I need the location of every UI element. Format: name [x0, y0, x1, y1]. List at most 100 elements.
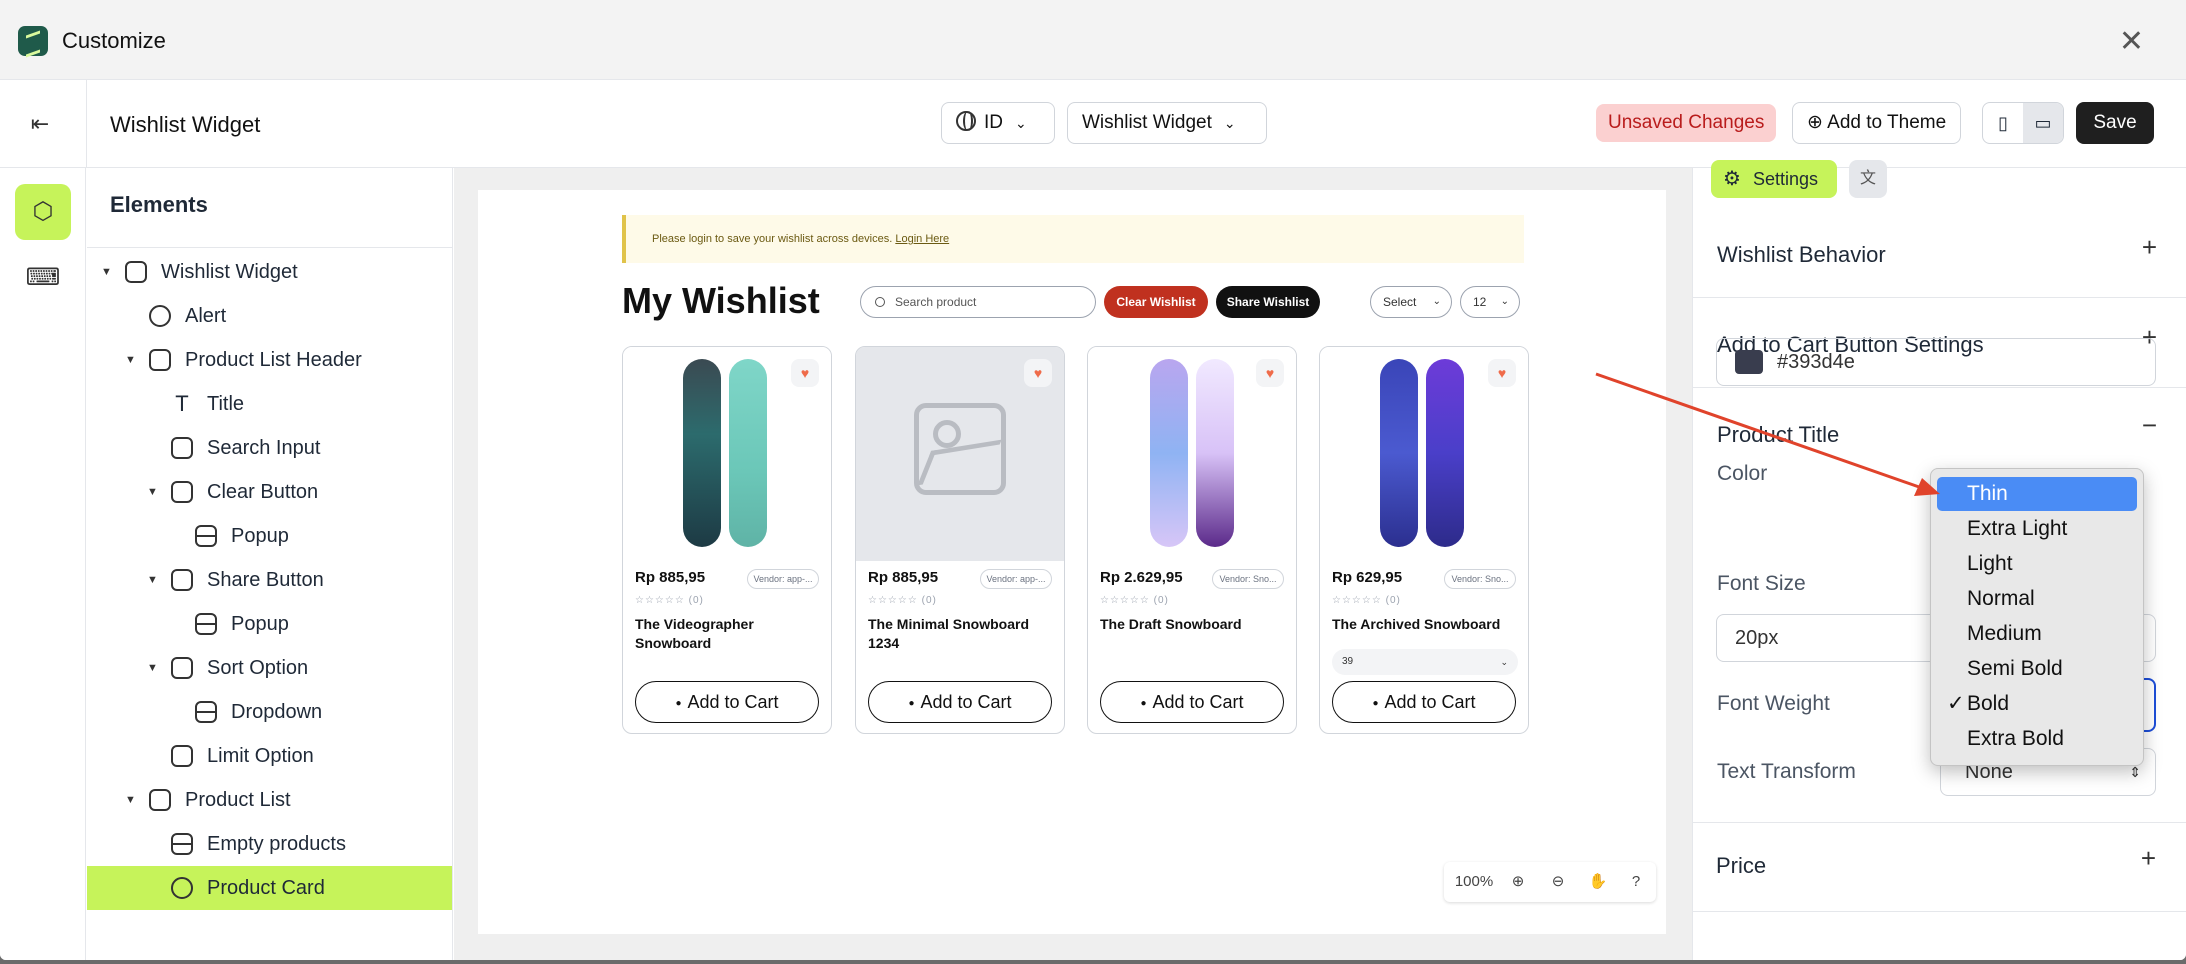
product-card[interactable]: ♥ Rp 885,95 Vendor: app-... ☆☆☆☆☆ (0) Th…	[855, 346, 1065, 734]
font-size-label: Font Size	[1717, 572, 1806, 595]
section-price[interactable]: Price +	[1692, 822, 2186, 912]
chevron-down-icon: ⌄	[1223, 115, 1236, 131]
sort-select[interactable]: Select ⌄	[1370, 286, 1452, 318]
tree-item-label: Popup	[231, 613, 289, 635]
color-field[interactable]: #393d4e	[1716, 338, 2156, 386]
save-button[interactable]: Save	[2076, 102, 2154, 144]
card-icon	[171, 877, 193, 899]
menu-item-bold[interactable]: ✓ Bold	[1937, 687, 2137, 721]
product-title[interactable]: The Archived Snowboard	[1332, 615, 1518, 634]
heart-icon[interactable]: ♥	[1256, 359, 1284, 387]
caret-down-icon[interactable]: ▼	[101, 250, 112, 294]
tree-item-product-card[interactable]: Product Card	[87, 866, 452, 910]
heart-icon[interactable]: ♥	[791, 359, 819, 387]
tree-item-product-list[interactable]: ▼ Product List	[87, 778, 452, 822]
close-icon[interactable]: ✕	[2119, 24, 2144, 59]
menu-item-semi-bold[interactable]: Semi Bold	[1937, 652, 2137, 686]
desktop-view-icon[interactable]: ▭	[2023, 103, 2063, 143]
template-dropdown[interactable]: Wishlist Widget ⌄	[1067, 102, 1267, 144]
caret-down-icon[interactable]: ▼	[147, 470, 158, 514]
variant-select[interactable]: 39 ⌄	[1332, 649, 1518, 675]
product-price: Rp 885,95	[868, 569, 939, 586]
tree-item-title[interactable]: T Title	[87, 382, 452, 426]
product-title[interactable]: The Minimal Snowboard 1234	[868, 615, 1054, 653]
tree-item-alert[interactable]: Alert	[87, 294, 452, 338]
add-to-cart-button[interactable]: ● Add to Cart	[1100, 681, 1284, 723]
tree-item-search-input[interactable]: Search Input	[87, 426, 452, 470]
zoom-toolbar: 100% ⊕ ⊖ ✋ ?	[1444, 862, 1656, 902]
product-title[interactable]: The Draft Snowboard	[1100, 615, 1286, 634]
product-card[interactable]: ♥ Rp 2.629,95 Vendor: Sno... ☆☆☆☆☆ (0) T…	[1087, 346, 1297, 734]
menu-item-light[interactable]: Light	[1937, 547, 2137, 581]
tree-item-popup[interactable]: Popup	[87, 514, 452, 558]
section-wishlist-behavior[interactable]: Wishlist Behavior +	[1693, 208, 2186, 298]
tree-item-wishlist-widget[interactable]: ▼ Wishlist Widget	[87, 250, 452, 294]
translate-icon[interactable]: 文	[1849, 160, 1887, 198]
template-value: Wishlist Widget	[1082, 112, 1212, 133]
add-to-cart-button[interactable]: ● Add to Cart	[1332, 681, 1516, 723]
menu-item-normal[interactable]: Normal	[1937, 582, 2137, 616]
menu-item-medium[interactable]: Medium	[1937, 617, 2137, 651]
add-to-theme-button[interactable]: ⊕ Add to Theme	[1792, 102, 1962, 144]
add-to-cart-button[interactable]: ● Add to Cart	[635, 681, 819, 723]
plus-icon[interactable]: +	[2141, 843, 2156, 874]
help-icon[interactable]: ?	[1620, 862, 1652, 902]
product-title[interactable]: The Videographer Snowboard	[635, 615, 821, 653]
zoom-out-icon[interactable]: ⊖	[1542, 862, 1574, 902]
add-to-cart-label: Add to Cart	[1152, 692, 1244, 712]
plus-icon[interactable]: +	[2142, 232, 2157, 263]
limit-select[interactable]: 12 ⌄	[1460, 286, 1520, 318]
tree-item-share-button[interactable]: ▼ Share Button	[87, 558, 452, 602]
tree-item-popup[interactable]: Popup	[87, 602, 452, 646]
minus-icon[interactable]: −	[2142, 410, 2157, 441]
code-terminal-icon[interactable]: ⌨	[15, 250, 71, 306]
tree-item-sort-option[interactable]: ▼ Sort Option	[87, 646, 452, 690]
vendor-badge: Vendor: Sno...	[1212, 569, 1284, 589]
zoom-in-icon[interactable]: ⊕	[1502, 862, 1534, 902]
tree-item-product-list-header[interactable]: ▼ Product List Header	[87, 338, 452, 382]
product-card[interactable]: ♥ Rp 629,95 Vendor: Sno... ☆☆☆☆☆ (0) The…	[1319, 346, 1529, 734]
color-swatch[interactable]	[1735, 350, 1763, 374]
review-count: (0)	[921, 595, 937, 606]
menu-item-label: Medium	[1967, 622, 2042, 645]
tree-item-clear-button[interactable]: ▼ Clear Button	[87, 470, 452, 514]
caret-down-icon[interactable]: ▼	[125, 778, 136, 822]
sort-select-value: Select	[1383, 295, 1417, 309]
product-price: Rp 2.629,95	[1100, 569, 1183, 586]
bag-icon: ●	[675, 698, 682, 709]
tab-settings[interactable]: Settings	[1711, 160, 1837, 198]
caret-down-icon[interactable]: ▼	[147, 558, 158, 602]
hand-pan-icon[interactable]: ✋	[1582, 862, 1614, 902]
caret-down-icon[interactable]: ▼	[147, 646, 158, 690]
product-card[interactable]: ♥ Rp 885,95 Vendor: app-... ☆☆☆☆☆ (0) Th…	[622, 346, 832, 734]
elements-cube-icon[interactable]: ⬡	[15, 184, 71, 240]
heart-icon[interactable]: ♥	[1488, 359, 1516, 387]
title-bar: Customize ✕	[0, 0, 2186, 80]
product-price: Rp 885,95	[635, 569, 706, 586]
login-link[interactable]: Login Here	[895, 233, 949, 245]
language-dropdown[interactable]: ID ⌄	[941, 102, 1055, 144]
product-price: Rp 629,95	[1332, 569, 1403, 586]
exit-icon[interactable]: ⇤	[22, 106, 58, 142]
add-to-cart-button[interactable]: ● Add to Cart	[868, 681, 1052, 723]
rating-stars: ☆☆☆☆☆ (0)	[1332, 595, 1401, 606]
clear-wishlist-button[interactable]: Clear Wishlist	[1104, 286, 1208, 318]
tree-item-dropdown[interactable]: Dropdown	[87, 690, 452, 734]
share-wishlist-button[interactable]: Share Wishlist	[1216, 286, 1320, 318]
search-input[interactable]: Search product	[860, 286, 1096, 318]
globe-icon	[956, 111, 976, 131]
section-title[interactable]: Product Title	[1717, 422, 1839, 448]
tree-item-label: Alert	[185, 305, 227, 327]
rows-icon	[195, 701, 217, 723]
heart-icon[interactable]: ♥	[1024, 359, 1052, 387]
tree-item-empty-products[interactable]: Empty products	[87, 822, 452, 866]
button-icon	[171, 657, 193, 679]
caret-down-icon[interactable]: ▼	[125, 338, 136, 382]
mobile-view-icon[interactable]: ▯	[1983, 103, 2023, 143]
tree-item-label: Product List	[185, 789, 291, 811]
menu-item-thin[interactable]: Thin	[1937, 477, 2137, 511]
tree-item-limit-option[interactable]: Limit Option	[87, 734, 452, 778]
menu-item-extra-light[interactable]: Extra Light	[1937, 512, 2137, 546]
top-toolbar: ⇤ Wishlist Widget ID ⌄ Wishlist Widget ⌄ U…	[0, 80, 2186, 168]
menu-item-extra-bold[interactable]: Extra Bold	[1937, 722, 2137, 756]
